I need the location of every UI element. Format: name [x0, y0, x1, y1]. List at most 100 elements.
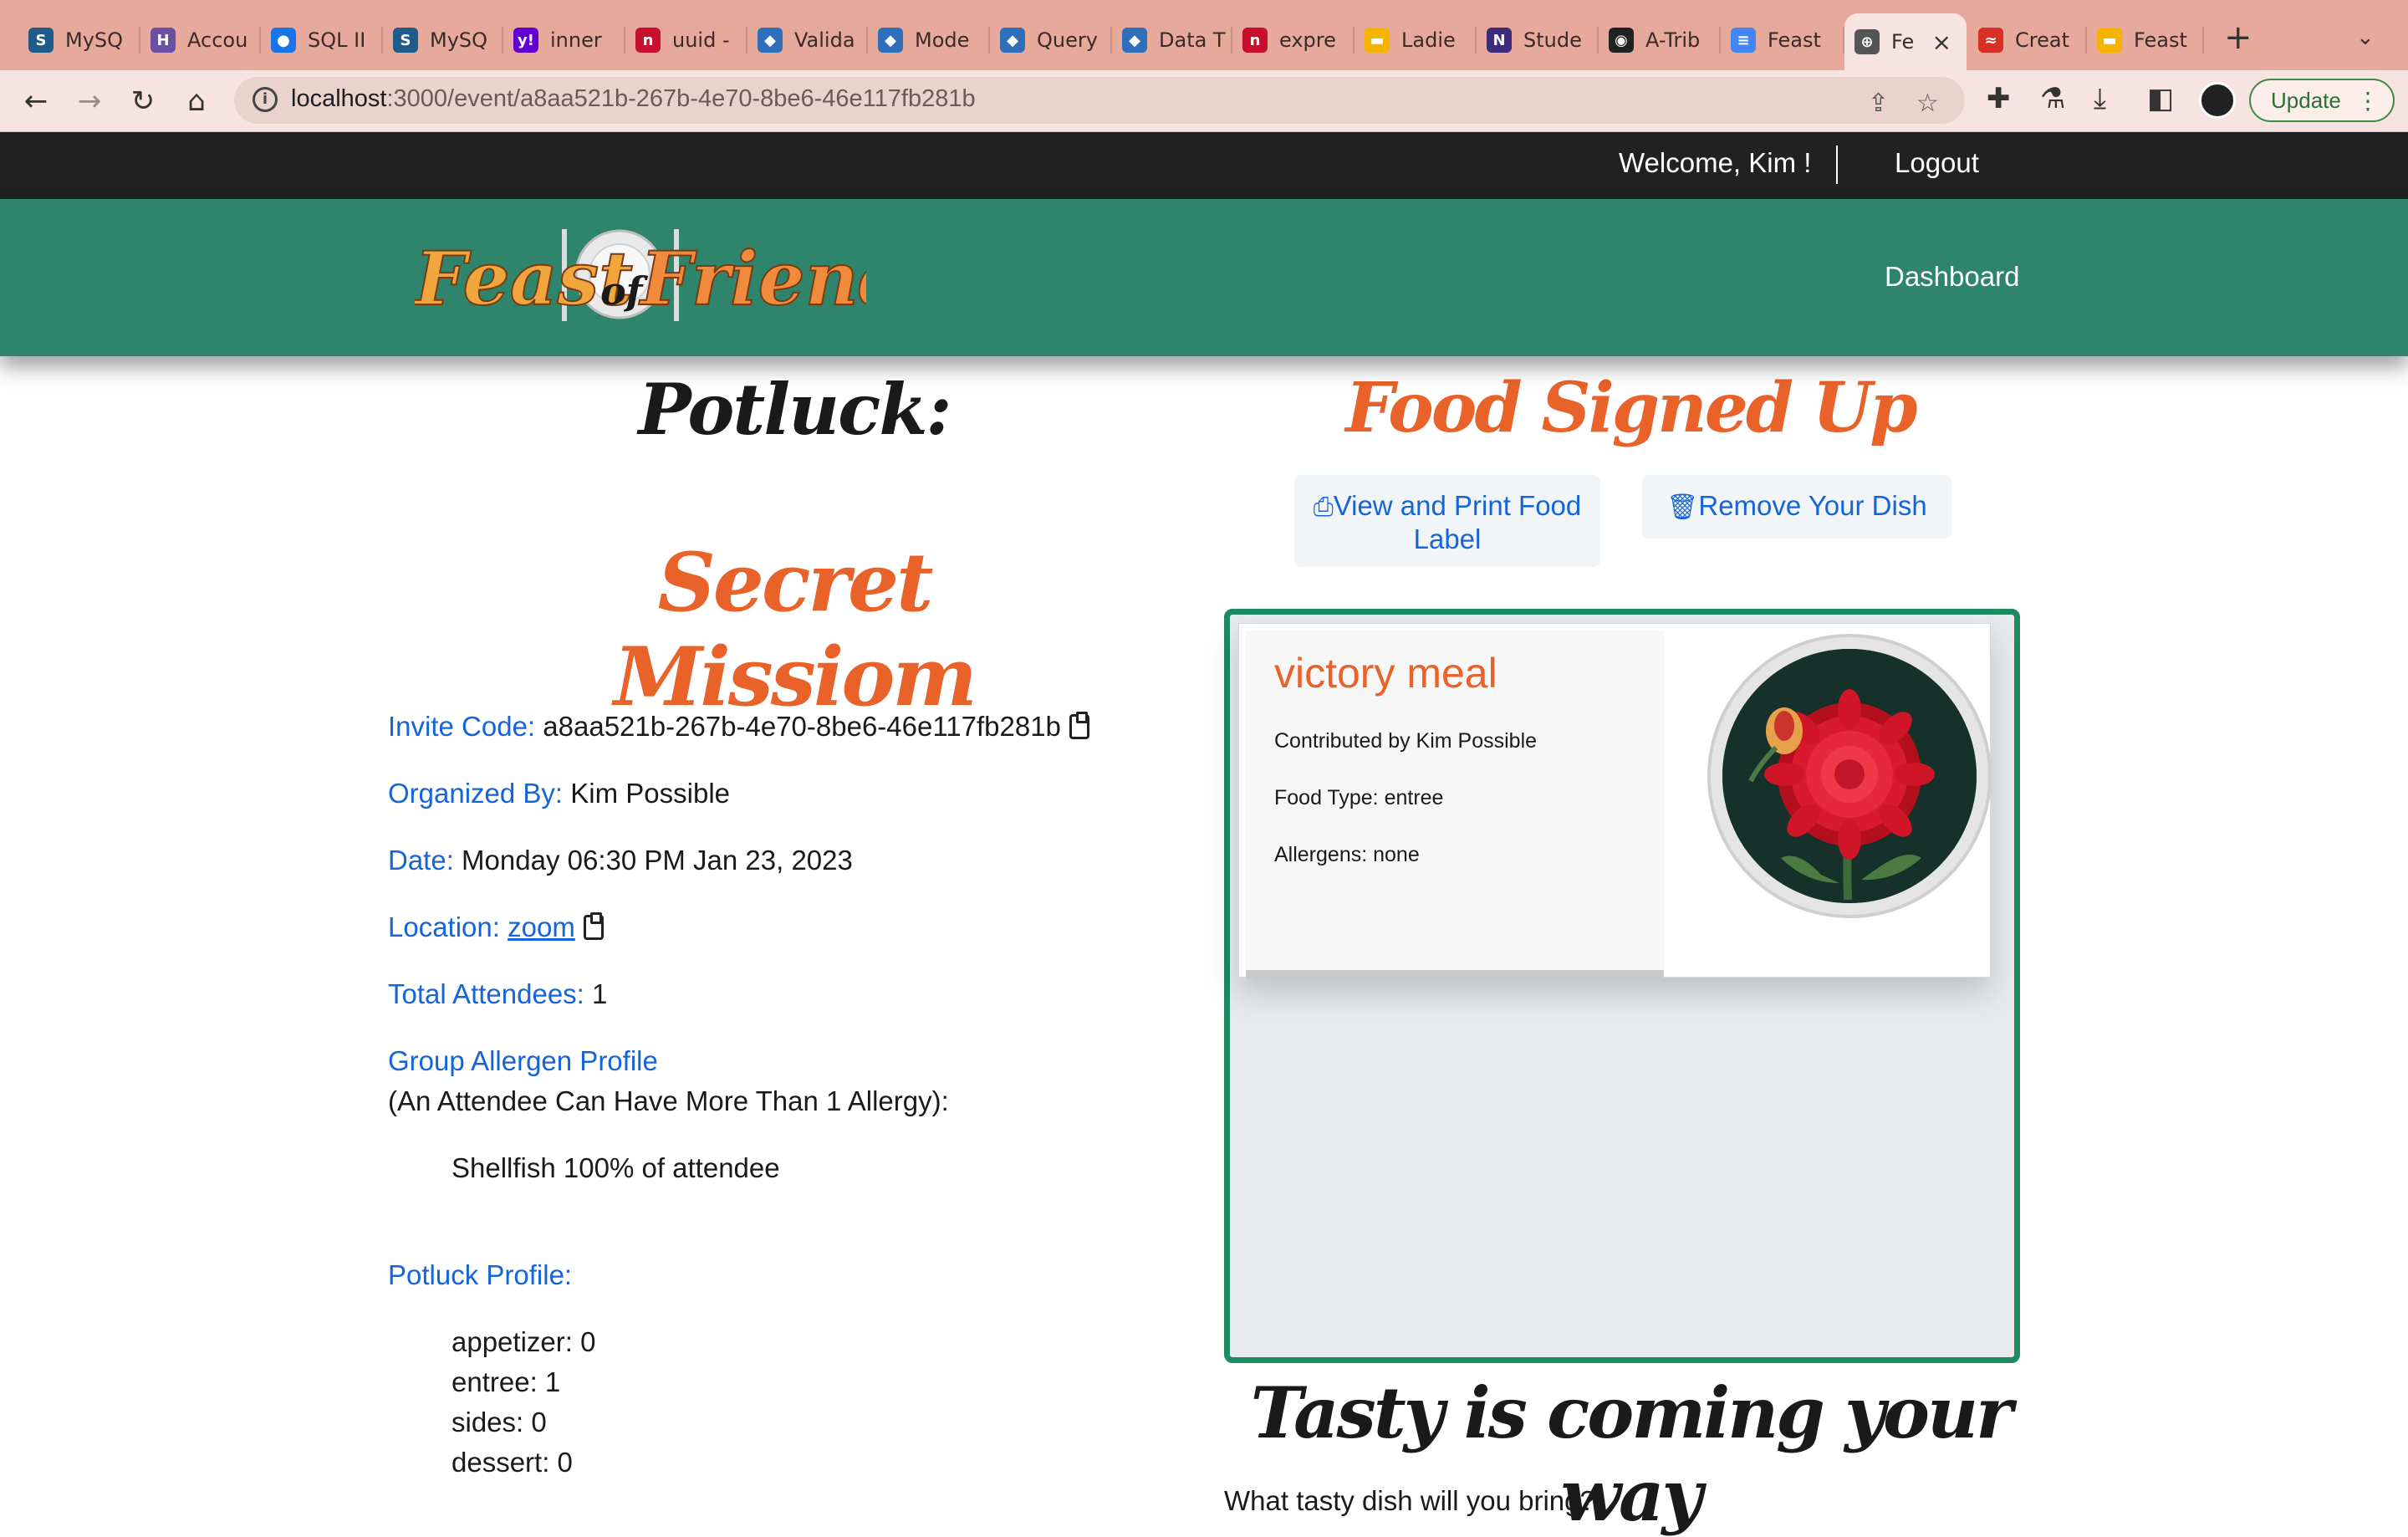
browser-tab-label: Creat — [2015, 28, 2069, 52]
bookmark-star-icon[interactable]: ☆ — [1916, 89, 1939, 118]
share-icon[interactable]: ⇪ — [1868, 89, 1889, 118]
browser-tab[interactable]: ≈ Creat — [1968, 17, 2087, 64]
copy-clipboard-icon[interactable] — [1069, 712, 1089, 739]
browser-tab[interactable]: S MySQ — [383, 17, 503, 64]
potluck-heading: Potluck: — [638, 368, 951, 451]
browser-tab[interactable]: n expre — [1232, 17, 1354, 64]
browser-tab[interactable]: ⊕ Fe × — [1844, 13, 1967, 70]
side-panel-icon[interactable]: ◧ — [2147, 82, 2174, 115]
mysql-icon: S — [28, 28, 54, 53]
dot-icon: ● — [271, 28, 296, 53]
browser-tab[interactable]: ◆ Mode — [868, 17, 990, 64]
browser-tab[interactable]: ◉ A-Trib — [1599, 17, 1721, 64]
address-url[interactable]: localhost:3000/event/a8aa521b-267b-4e70-… — [291, 85, 976, 113]
date-label: Date: — [388, 845, 454, 876]
food-signed-up-heading: Food Signed Up — [1345, 368, 1917, 448]
extensions-puzzle-icon[interactable]: ✚ — [1987, 82, 2011, 115]
browser-tab-label: Query — [1037, 28, 1098, 52]
date-value: Monday 06:30 PM Jan 23, 2023 — [462, 845, 853, 876]
browser-tab-label: Fe — [1891, 30, 1915, 54]
tab-search-chevron-icon[interactable]: ⌄ — [2356, 25, 2375, 50]
close-tab-icon[interactable]: × — [1932, 28, 1951, 56]
browser-tab-label: Ladie — [1401, 28, 1456, 52]
sequelize-icon: ◆ — [878, 28, 903, 53]
slides-icon: ▬ — [2097, 28, 2122, 53]
location-row: Location: zoom — [388, 911, 604, 943]
back-arrow-icon[interactable]: ← — [17, 82, 55, 120]
main-navbar: Feast of Friends Dashboard — [0, 199, 2408, 356]
profile-item-appetizer: appetizer: 0 — [452, 1326, 596, 1357]
dish-card[interactable]: victory meal Contributed by Kim Possible… — [1238, 623, 1992, 978]
feast-of-friends-logo[interactable]: Feast of Friends — [415, 222, 866, 331]
sequelize-icon: ◆ — [1122, 28, 1147, 53]
logout-link[interactable]: Logout — [1895, 147, 1979, 179]
docs-icon: ≡ — [1731, 28, 1756, 53]
dish-info: victory meal Contributed by Kim Possible… — [1246, 631, 1664, 978]
reload-icon[interactable]: ↻ — [124, 82, 162, 120]
browser-tab-label: inner — [550, 28, 602, 52]
more-menu-icon[interactable]: ⋮ — [2356, 87, 2380, 115]
dish-flower-image — [1722, 649, 1977, 903]
lab-flask-icon[interactable]: ⚗ — [2040, 82, 2065, 115]
dish-food-type: Food Type: entree — [1274, 786, 1444, 809]
browser-tab[interactable]: ◆ Query — [990, 17, 1112, 64]
invite-code-label: Invite Code: — [388, 711, 536, 742]
home-icon[interactable]: ⌂ — [177, 82, 216, 120]
potluck-profile-label: Potluck Profile: — [388, 1259, 573, 1290]
notion-icon: N — [1487, 28, 1512, 53]
address-bar[interactable]: i localhost:3000/event/a8aa521b-267b-4e7… — [234, 77, 1965, 124]
github-icon: ◉ — [1609, 28, 1634, 53]
nav-dashboard-link[interactable]: Dashboard — [1885, 261, 2019, 293]
browser-tab[interactable]: ▬ Feast — [2087, 17, 2204, 64]
update-button[interactable]: Update ⋮ — [2249, 79, 2395, 122]
profile-avatar[interactable] — [2199, 82, 2236, 119]
dish-allergens: Allergens: none — [1274, 843, 1420, 866]
remove-dish-button[interactable]: 🗑Remove Your Dish — [1642, 475, 1951, 539]
profile-item-dessert: dessert: 0 — [452, 1447, 573, 1478]
browser-tab-label: expre — [1279, 28, 1336, 52]
potluck-profile-heading: Potluck Profile: — [388, 1259, 572, 1291]
browser-tab[interactable]: ▬ Ladie — [1354, 17, 1477, 64]
print-food-label-button[interactable]: ⎙View and Print Food Label — [1294, 475, 1600, 567]
browser-tab[interactable]: ◆ Valida — [747, 17, 868, 64]
dish-contributor: Contributed by Kim Possible — [1274, 729, 1538, 753]
download-icon[interactable]: ⤓ — [2094, 82, 2106, 115]
browser-tab-label: Feast — [2134, 28, 2187, 52]
browser-tab-label: Feast — [1768, 28, 1821, 52]
print-food-label-text: View and Print Food Label — [1333, 490, 1582, 554]
browser-tab-label: Stude — [1523, 28, 1582, 52]
browser-tab-label: SQL II — [308, 28, 366, 52]
event-name-title: Secret Missiom — [614, 535, 977, 724]
sequelize-icon: ◆ — [758, 28, 783, 53]
update-label: Update — [2271, 87, 2341, 113]
new-tab-icon[interactable]: + — [2224, 18, 2252, 57]
browser-tab[interactable]: ≡ Feast — [1721, 17, 1844, 64]
browser-tab[interactable]: ● SQL II — [261, 17, 383, 64]
mysql-icon: S — [393, 28, 418, 53]
browser-tab[interactable]: N Stude — [1477, 17, 1599, 64]
flag-icon: ≈ — [1978, 28, 2003, 53]
browser-tab[interactable]: y! inner — [503, 17, 625, 64]
browser-tab[interactable]: n uuid - — [625, 17, 747, 64]
sequelize-icon: ◆ — [1000, 28, 1025, 53]
welcome-text: Welcome, Kim ! — [1619, 147, 1812, 178]
profile-item-entree: entree: 1 — [452, 1366, 561, 1397]
browser-tab[interactable]: H Accou — [140, 17, 261, 64]
allergen-note: (An Attendee Can Have More Than 1 Allerg… — [388, 1085, 949, 1116]
dish-question-text: What tasty dish will you bring? — [1224, 1485, 1595, 1516]
top-user-bar: Welcome, Kim ! Logout — [0, 132, 2408, 199]
site-info-icon[interactable]: i — [253, 87, 278, 112]
copy-clipboard-icon[interactable] — [583, 912, 604, 940]
attendees-row: Total Attendees: 1 — [388, 978, 607, 1010]
browser-tab[interactable]: S MySQ — [18, 17, 140, 64]
allergen-item: Shellfish 100% of attendee — [452, 1152, 780, 1183]
browser-tab-label: uuid - — [672, 28, 730, 52]
browser-tab-label: MySQ — [430, 28, 488, 52]
browser-tab[interactable]: ◆ Data T — [1112, 17, 1232, 64]
dish-image-frame — [1707, 634, 1992, 918]
forward-arrow-icon[interactable]: → — [70, 82, 109, 120]
npm-icon: n — [1242, 28, 1268, 53]
location-link[interactable]: zoom — [508, 911, 575, 942]
browser-tab-label: MySQ — [65, 28, 124, 52]
remove-dish-text: Remove Your Dish — [1698, 490, 1927, 521]
